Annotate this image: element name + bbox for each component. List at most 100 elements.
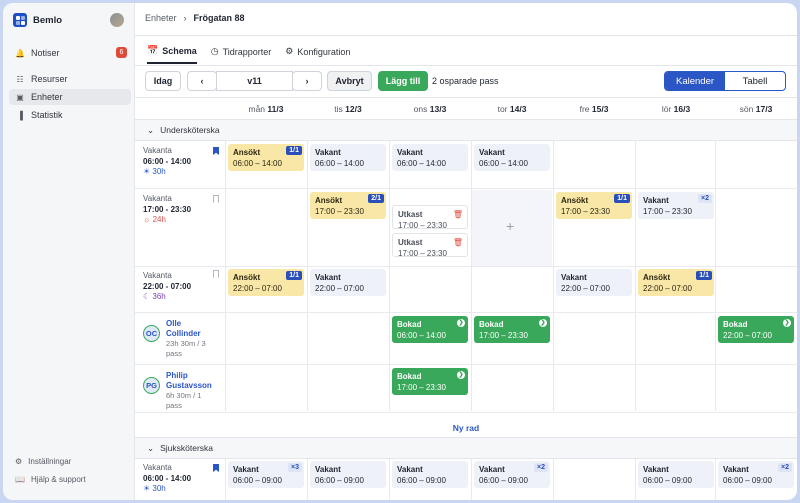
new-row-button[interactable]: Ny rad (135, 423, 797, 433)
day-header: fre 15/3 (579, 104, 609, 114)
sidebar: Bemlo 🔔 Notiser 6 ☷ Resurser ▣ Enheter ▐… (3, 3, 135, 500)
sidebar-help[interactable]: 📖 Hjälp & support (15, 475, 86, 484)
shift-card[interactable]: Ansökt 22:00 – 07:00 1/1 (228, 269, 304, 296)
shift-card[interactable]: Vakant 06:00 – 09:00 ×2 (718, 461, 794, 488)
prev-week-button[interactable]: ‹ (187, 71, 217, 91)
section-header-sjuksköterska[interactable]: ⌄ Sjuksköterska (135, 437, 797, 459)
bemlo-logo-icon (13, 13, 27, 27)
arrow-right-icon: ❯ (457, 371, 465, 379)
next-week-button[interactable]: › (292, 71, 322, 91)
shift-card[interactable]: Vakant 06:00 – 09:00 (310, 461, 386, 488)
sidebar-settings[interactable]: ⚙ Inställningar (15, 457, 71, 466)
sidebar-item-enheter[interactable]: ▣ Enheter (9, 89, 131, 105)
clock-icon: ◷ (210, 46, 219, 56)
shift-card[interactable]: Vakant 06:00 – 14:00 (392, 144, 468, 171)
breadcrumb: Enheter › Frögatan 88 (145, 13, 245, 23)
breadcrumb-parent[interactable]: Enheter (145, 13, 177, 23)
bookmark-icon[interactable] (213, 464, 219, 472)
chevron-left-icon: ‹ (200, 76, 204, 86)
add-shift-cell[interactable]: + (472, 190, 552, 266)
book-icon: 📖 (15, 475, 25, 484)
view-toggle: Kalender Tabell (664, 71, 786, 91)
today-button[interactable]: Idag (145, 71, 181, 91)
booked-shift-card[interactable]: Bokad 22:00 – 07:00 ❯ (718, 316, 794, 343)
tab-tidrapporter[interactable]: ◷ Tidrapporter (211, 45, 272, 64)
building-icon: ▣ (16, 92, 24, 102)
shift-card[interactable]: Ansökt 06:00 – 14:00 1/1 (228, 144, 304, 171)
arrow-right-icon: ❯ (457, 319, 465, 327)
view-calendar-button[interactable]: Kalender (665, 72, 725, 90)
sidebar-item-label: Notiser (31, 48, 60, 58)
divider (135, 65, 797, 66)
shift-card[interactable]: Vakant 22:00 – 07:00 (310, 269, 386, 296)
trash-icon[interactable]: 🗑 (453, 237, 463, 248)
view-table-button[interactable]: Tabell (725, 72, 785, 90)
chevron-down-icon: ⌄ (147, 124, 155, 135)
people-icon: ☷ (16, 74, 24, 84)
sidebar-item-statistik[interactable]: ▐ Statistik (9, 107, 131, 123)
breadcrumb-current: Frögatan 88 (193, 13, 245, 23)
toolbar: Idag ‹ v11 › Avbryt Lägg till 2 osparade… (145, 71, 795, 91)
booked-shift-card[interactable]: Bokad 06:00 – 14:00 ❯ (392, 316, 468, 343)
person-row-label[interactable]: PG Philip Gustavsson 6h 30m / 1 pass (143, 371, 212, 411)
grid-line (715, 459, 716, 500)
tab-schema[interactable]: 📅 Schema (147, 45, 197, 64)
app-window: Bemlo 🔔 Notiser 6 ☷ Resurser ▣ Enheter ▐… (3, 3, 797, 500)
shift-card[interactable]: Ansökt 17:00 – 23:30 2/1 (310, 192, 386, 219)
main-content: Enheter › Frögatan 88 📅 Schema ◷ Tidrapp… (135, 3, 797, 500)
gear-icon: ⚙ (285, 46, 294, 56)
shift-card[interactable]: Vakant 06:00 – 09:00 ×2 (474, 461, 550, 488)
shift-card[interactable]: Vakant 06:00 – 09:00 (638, 461, 714, 488)
grid-line (225, 459, 226, 500)
sidebar-item-resurser[interactable]: ☷ Resurser (9, 71, 131, 87)
grid-line (307, 459, 308, 500)
shift-card[interactable]: Vakant 06:00 – 14:00 (474, 144, 550, 171)
day-header: sön 17/3 (739, 104, 773, 114)
grid-line (389, 459, 390, 500)
day-header: lör 16/3 (661, 104, 691, 114)
day-header: ons 13/3 (413, 104, 447, 114)
avatar: PG (143, 377, 160, 394)
row-label: Vakanta 06:00 - 14:00 ☀ 30h (143, 146, 192, 176)
arrow-right-icon: ❯ (539, 319, 547, 327)
add-button[interactable]: Lägg till (378, 71, 428, 91)
chart-icon: ▐ (17, 110, 23, 120)
gear-icon: ⚙ (15, 457, 23, 466)
arrow-right-icon: ❯ (783, 319, 791, 327)
sidebar-item-label: Statistik (31, 110, 63, 120)
shift-card[interactable]: Vakant 06:00 – 14:00 (310, 144, 386, 171)
tab-konfiguration[interactable]: ⚙ Konfiguration (285, 45, 350, 64)
user-avatar[interactable] (110, 13, 124, 27)
tab-bar: 📅 Schema ◷ Tidrapporter ⚙ Konfiguration (147, 45, 350, 64)
calendar-icon: 📅 (147, 45, 159, 55)
sunset-icon: ☼ (143, 215, 151, 224)
grid-line (635, 459, 636, 500)
moon-icon: ☾ (143, 292, 151, 301)
draft-shift-card[interactable]: Utkast 17:00 – 23:30 🗑 (392, 233, 468, 258)
sidebar-item-label: Resurser (31, 74, 68, 84)
section-header-undersköterska[interactable]: ⌄ Undersköterska (135, 119, 797, 141)
unsaved-count: 2 osparade pass (432, 76, 499, 86)
sun-icon: ☀ (143, 167, 151, 176)
notification-badge: 6 (116, 47, 127, 58)
shift-card[interactable]: Vakant 06:00 – 09:00 (392, 461, 468, 488)
shift-card[interactable]: Vakant 17:00 – 23:30 ×2 (638, 192, 714, 219)
shift-card[interactable]: Ansökt 17:00 – 23:30 1/1 (556, 192, 632, 219)
sun-icon: ☀ (143, 484, 151, 493)
sidebar-item-notiser[interactable]: 🔔 Notiser 6 (9, 45, 131, 61)
person-row-label[interactable]: OC Olle Collinder 23h 30m / 3 pass (143, 319, 206, 359)
booked-shift-card[interactable]: Bokad 17:00 – 23:30 ❯ (392, 368, 468, 395)
divider (135, 97, 797, 98)
schedule-grid: mån 11/3 tis 12/3 ons 13/3 tor 14/3 fre … (135, 99, 797, 500)
shift-card[interactable]: Vakant 22:00 – 07:00 (556, 269, 632, 296)
week-display[interactable]: v11 (216, 71, 293, 91)
shift-card[interactable]: Ansökt 22:00 – 07:00 1/1 (638, 269, 714, 296)
shift-card[interactable]: Vakant 06:00 – 09:00 ×3 (228, 461, 304, 488)
draft-shift-card[interactable]: Utkast 17:00 – 23:30 🗑 (392, 205, 468, 230)
cancel-button[interactable]: Avbryt (327, 71, 372, 91)
booked-shift-card[interactable]: Bokad 17:00 – 23:30 ❯ (474, 316, 550, 343)
avatar: OC (143, 325, 160, 342)
chevron-right-icon: › (305, 76, 309, 86)
brand[interactable]: Bemlo (13, 13, 62, 27)
trash-icon[interactable]: 🗑 (453, 209, 463, 220)
